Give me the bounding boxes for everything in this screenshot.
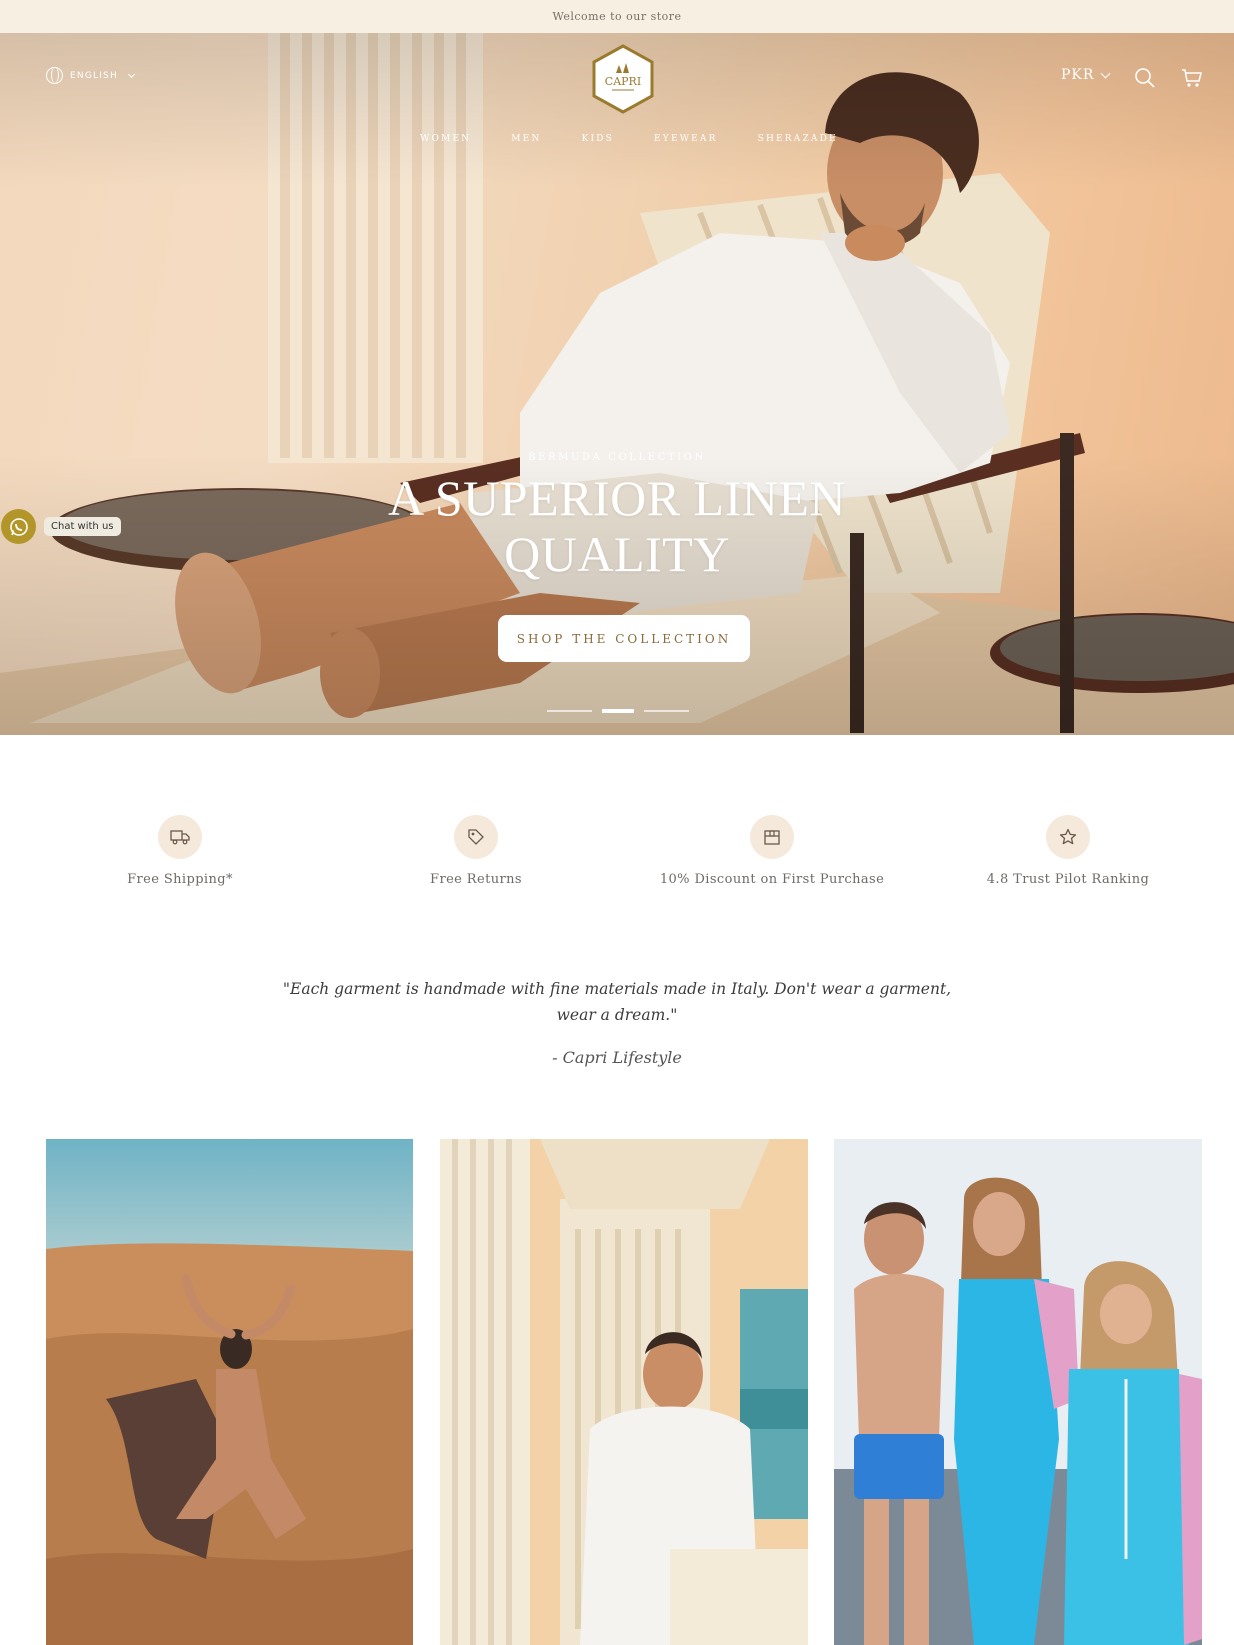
features-row: Free Shipping* Free Returns 10% Discount…	[0, 815, 1234, 895]
cart-icon[interactable]	[1181, 67, 1203, 89]
slide-dot-1[interactable]	[547, 710, 592, 712]
whatsapp-chat-widget[interactable]: Chat with us	[1, 509, 121, 544]
hero-title-line-2: QUALITY	[504, 526, 730, 582]
collection-women-image[interactable]	[46, 1139, 413, 1645]
truck-icon	[158, 815, 202, 859]
quote-author: - Capri Lifestyle	[552, 1048, 682, 1067]
chevron-down-icon	[127, 70, 135, 78]
whatsapp-icon	[1, 509, 36, 544]
hero-banner: English CAPRI PKR Women Men Kids Eyewear…	[0, 33, 1234, 735]
language-label: English	[70, 70, 118, 81]
nav-kids[interactable]: Kids	[582, 134, 614, 144]
feature-trust-pilot: 4.8 Trust Pilot Ranking	[918, 815, 1218, 887]
feature-label: 4.8 Trust Pilot Ranking	[986, 872, 1150, 887]
feature-label: Free Shipping*	[127, 872, 233, 887]
currency-selector[interactable]: PKR	[1061, 67, 1111, 83]
main-navigation: Women Men Kids Eyewear Sherazade	[420, 134, 838, 144]
feature-discount: 10% Discount on First Purchase	[622, 815, 922, 887]
shop-collection-button[interactable]: SHOP THE COLLECTION	[498, 615, 750, 662]
slide-dot-3[interactable]	[644, 710, 689, 712]
nav-sherazade[interactable]: Sherazade	[758, 134, 838, 144]
tag-icon	[454, 815, 498, 859]
language-selector[interactable]: English	[46, 67, 135, 84]
hero-title-line-1: A SUPERIOR LINEN	[387, 470, 847, 526]
feature-free-returns: Free Returns	[326, 815, 626, 887]
feature-free-shipping: Free Shipping*	[30, 815, 330, 887]
logo-text: CAPRI	[605, 75, 641, 88]
nav-men[interactable]: Men	[511, 134, 541, 144]
hero-title: A SUPERIOR LINEN QUALITY	[0, 470, 1234, 582]
collection-kids-image[interactable]	[834, 1139, 1202, 1645]
brand-quote: "Each garment is handmade with fine mate…	[282, 980, 952, 1024]
gift-box-icon	[750, 815, 794, 859]
star-icon	[1046, 815, 1090, 859]
chevron-down-icon	[1100, 68, 1111, 78]
globe-icon	[46, 67, 63, 84]
search-icon[interactable]	[1134, 67, 1156, 89]
announcement-text: Welcome to our store	[552, 10, 682, 23]
feature-label: Free Returns	[430, 872, 522, 887]
announcement-bar: Welcome to our store	[0, 0, 1234, 33]
chat-label: Chat with us	[44, 517, 121, 536]
nav-eyewear[interactable]: Eyewear	[654, 134, 718, 144]
capri-logo[interactable]: CAPRI	[590, 43, 656, 115]
currency-label: PKR	[1061, 67, 1095, 83]
collection-men-image[interactable]	[440, 1139, 808, 1645]
feature-label: 10% Discount on First Purchase	[659, 872, 885, 887]
slide-dot-2[interactable]	[602, 709, 634, 713]
hero-subtitle: BERMUDA COLLECTION	[528, 452, 706, 463]
nav-women[interactable]: Women	[420, 134, 471, 144]
slider-pagination	[547, 709, 689, 713]
